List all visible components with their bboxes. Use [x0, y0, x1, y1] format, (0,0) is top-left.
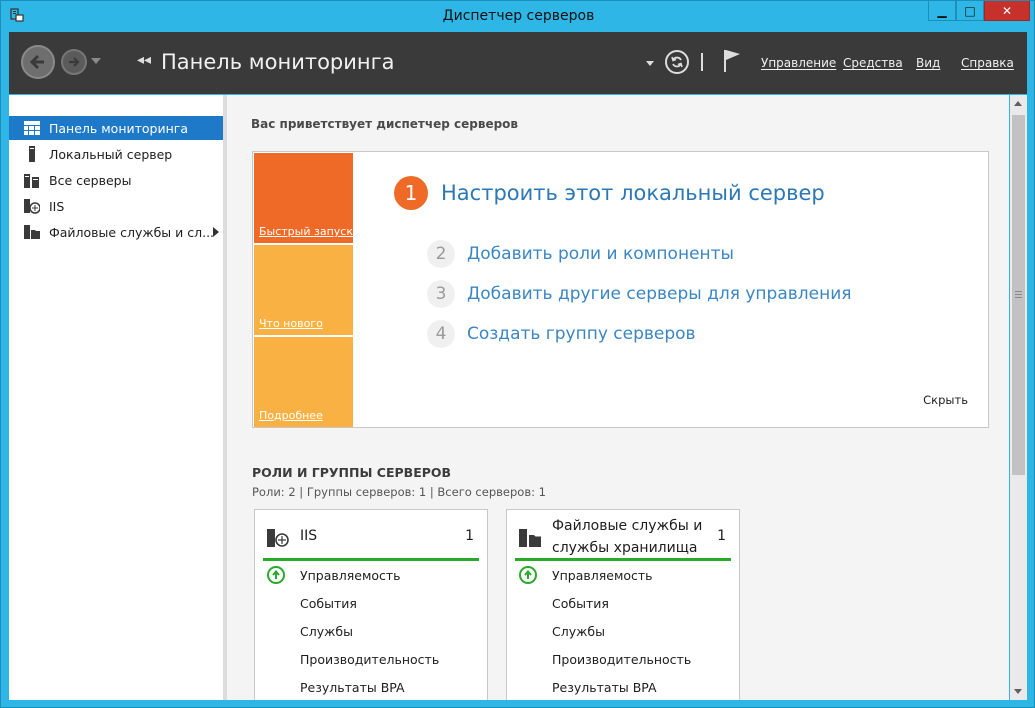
sidebar-item-iis[interactable]: IIS [9, 194, 223, 218]
iis-icon [24, 198, 40, 214]
step-number-badge: 4 [427, 320, 455, 348]
card-row-services[interactable]: Службы [552, 624, 605, 639]
card-count: 1 [717, 528, 726, 544]
menu-view[interactable]: Вид [916, 56, 940, 70]
sidebar-item-label: Панель мониторинга [49, 120, 189, 136]
welcome-heading: Вас приветствует диспетчер серверов [251, 117, 519, 131]
step-link[interactable]: Добавить другие серверы для управления [467, 284, 851, 304]
all-servers-icon [24, 172, 40, 188]
chevron-right-icon[interactable] [213, 227, 219, 237]
file-services-icon [24, 224, 40, 240]
arrow-right-icon [69, 57, 80, 67]
role-card-iis[interactable]: IIS 1 Управляемость События Службы Произ… [254, 509, 488, 700]
tile-label[interactable]: Что нового [259, 317, 323, 330]
card-row-services[interactable]: Службы [300, 624, 353, 639]
card-count: 1 [465, 528, 474, 544]
back-button[interactable] [21, 45, 55, 79]
tile-label[interactable]: Подробнее [259, 409, 323, 422]
sidebar-item-label: IIS [49, 198, 65, 214]
sidebar-item-file-services[interactable]: Файловые службы и сл... [9, 220, 223, 244]
card-row-bpa-results[interactable]: Результаты BPA [300, 680, 405, 695]
scroll-down-arrow-icon[interactable] [1014, 689, 1022, 694]
thumb-grip [1015, 297, 1022, 298]
step-link[interactable]: Создать группу серверов [467, 324, 696, 344]
page-title: Панель мониторинга [161, 50, 395, 74]
forward-button[interactable] [61, 49, 87, 75]
iis-icon [267, 529, 289, 547]
step-link[interactable]: Добавить роли и компоненты [467, 244, 734, 264]
menu-help[interactable]: Справка [961, 56, 1014, 70]
step-add-servers[interactable]: 3 Добавить другие серверы для управления [427, 280, 851, 308]
notifications-flag-icon[interactable] [721, 48, 743, 74]
menu-manage[interactable]: Управление [761, 56, 836, 70]
header-separator [701, 53, 703, 71]
step-number-badge: 1 [394, 176, 428, 210]
quick-start-panel: Быстрый запуск Что нового Подробнее 1 На… [252, 151, 989, 428]
tile-whats-new[interactable]: Что нового [254, 245, 353, 335]
title-bar: Диспетчер серверов ▁ □ ✕ [1, 1, 1035, 31]
breadcrumb-arrows-icon[interactable]: ◂◂ [137, 52, 151, 68]
card-row-manageability[interactable]: Управляемость [300, 568, 401, 583]
arrow-left-icon [29, 54, 44, 70]
scroll-thumb[interactable] [1012, 115, 1025, 475]
file-services-icon [519, 529, 541, 547]
step-configure-local-server[interactable]: 1 Настроить этот локальный сервер [394, 176, 825, 210]
window-title: Диспетчер серверов [442, 8, 595, 24]
thumb-grip [1015, 294, 1022, 295]
card-row-events[interactable]: События [552, 596, 609, 611]
sidebar-nav: Панель мониторинга Локальный сервер Все … [9, 95, 223, 700]
card-row-performance[interactable]: Производительность [552, 652, 691, 667]
dashboard-icon [24, 120, 40, 136]
main-content: Вас приветствует диспетчер серверов Быст… [227, 95, 1009, 700]
scroll-up-arrow-icon[interactable] [1014, 101, 1022, 106]
status-ok-icon [267, 566, 285, 584]
tile-learn-more[interactable]: Подробнее [254, 337, 353, 427]
hide-link[interactable]: Скрыть [923, 393, 968, 407]
tile-label[interactable]: Быстрый запуск [259, 225, 353, 238]
step-number-badge: 3 [427, 280, 455, 308]
local-server-icon [24, 146, 40, 162]
card-row-events[interactable]: События [300, 596, 357, 611]
header-dropdown-icon[interactable] [646, 61, 654, 66]
sidebar-item-dashboard[interactable]: Панель мониторинга [9, 116, 223, 140]
card-row-manageability[interactable]: Управляемость [552, 568, 653, 583]
maximize-button[interactable]: □ [956, 1, 984, 21]
card-title[interactable]: IIS [300, 526, 317, 546]
status-bar [263, 558, 479, 561]
roles-summary: Роли: 2 | Группы серверов: 1 | Всего сер… [252, 485, 546, 499]
tile-quick-start[interactable]: Быстрый запуск [254, 153, 353, 243]
sidebar-item-label: Локальный сервер [49, 146, 173, 162]
step-add-roles[interactable]: 2 Добавить роли и компоненты [427, 240, 734, 268]
card-title[interactable]: Файловые службы и [552, 516, 702, 536]
status-ok-icon [519, 566, 537, 584]
role-card-file-services[interactable]: Файловые службы и службы хранилища 1 Упр… [506, 509, 740, 700]
window-controls: ▁ □ ✕ [928, 1, 1030, 21]
card-row-bpa-results[interactable]: Результаты BPA [552, 680, 657, 695]
sidebar-item-local-server[interactable]: Локальный сервер [9, 142, 223, 166]
refresh-arrows-icon [671, 56, 683, 68]
roles-section-title: РОЛИ И ГРУППЫ СЕРВЕРОВ [252, 465, 452, 480]
step-link[interactable]: Настроить этот локальный сервер [441, 181, 825, 205]
status-bar [515, 558, 731, 561]
close-button[interactable]: ✕ [984, 1, 1030, 21]
app-window: Диспетчер серверов ▁ □ ✕ ◂◂ Панель монит… [0, 0, 1035, 708]
refresh-icon[interactable] [665, 50, 689, 74]
menu-tools[interactable]: Средства [843, 56, 903, 70]
sidebar-item-all-servers[interactable]: Все серверы [9, 168, 223, 192]
sidebar-item-label: Все серверы [49, 172, 132, 188]
vertical-scrollbar[interactable] [1010, 95, 1027, 700]
history-dropdown-icon[interactable] [91, 58, 101, 64]
sidebar-item-label: Файловые службы и сл... [49, 224, 215, 240]
card-title-line2[interactable]: службы хранилища [552, 538, 698, 558]
minimize-button[interactable]: ▁ [928, 1, 956, 21]
card-row-performance[interactable]: Производительность [300, 652, 439, 667]
thumb-grip [1015, 291, 1022, 292]
step-number-badge: 2 [427, 240, 455, 268]
step-create-server-group[interactable]: 4 Создать группу серверов [427, 320, 696, 348]
header-bar: ◂◂ Панель мониторинга Управление Средств… [9, 32, 1027, 94]
